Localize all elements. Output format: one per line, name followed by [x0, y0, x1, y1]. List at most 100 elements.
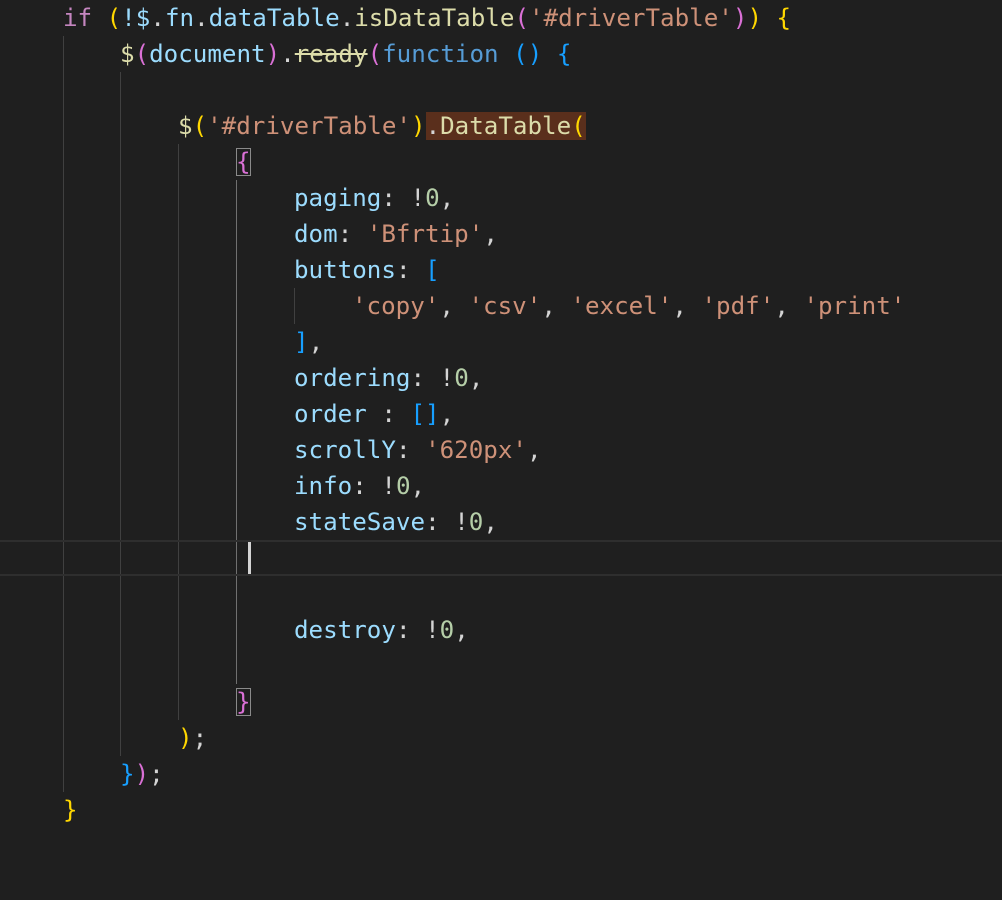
- code-line-21[interactable]: );: [0, 720, 1002, 756]
- punctuation: ;: [149, 760, 164, 788]
- property-key: paging: [294, 184, 382, 212]
- operator: !: [454, 508, 469, 536]
- number-literal: 0: [439, 616, 455, 644]
- punctuation: .: [280, 40, 295, 68]
- punctuation: ,: [410, 472, 426, 500]
- punctuation: :: [395, 616, 426, 644]
- bracket: (: [514, 4, 529, 32]
- bracket: ): [411, 112, 426, 140]
- string-literal: '#driverTable': [207, 112, 411, 140]
- property-key: ordering: [294, 364, 411, 392]
- code-line-6[interactable]: paging: !0,: [0, 180, 1002, 216]
- code-line-9[interactable]: 'copy', 'csv', 'excel', 'pdf', 'print': [0, 288, 1002, 324]
- punctuation: ,: [672, 292, 702, 320]
- punctuation: ;: [192, 724, 208, 752]
- code-line-23[interactable]: }: [0, 792, 1002, 828]
- property-key: destroy: [294, 616, 396, 644]
- code-line-16[interactable]: [0, 540, 1002, 576]
- code-line-15[interactable]: stateSave: !0,: [0, 504, 1002, 540]
- bracket: }: [120, 760, 135, 788]
- punctuation: :: [425, 508, 455, 536]
- code-line-8[interactable]: buttons: [: [0, 252, 1002, 288]
- code-line-20[interactable]: }: [0, 684, 1002, 720]
- property-key: dom: [294, 220, 338, 248]
- function-name: isDataTable: [354, 4, 515, 32]
- punctuation: :: [337, 220, 367, 248]
- bracket: ): [265, 40, 281, 68]
- bracket: (: [134, 40, 150, 68]
- function-name-datatable: DataTable: [440, 112, 572, 140]
- deprecated-function-name: ready: [294, 40, 368, 68]
- punctuation: .: [194, 4, 209, 32]
- identifier: fn: [164, 4, 195, 32]
- punctuation: ,: [439, 292, 469, 320]
- number-literal: 0: [425, 184, 440, 212]
- code-line-10[interactable]: ],: [0, 324, 1002, 360]
- code-line-22[interactable]: });: [0, 756, 1002, 792]
- operator: !: [425, 616, 440, 644]
- number-literal: 0: [468, 508, 484, 536]
- number-literal: 0: [395, 472, 411, 500]
- string-literal: 'pdf': [701, 292, 775, 320]
- punctuation: .: [150, 4, 165, 32]
- operator: !: [439, 364, 455, 392]
- bracket: }: [63, 796, 78, 824]
- bracket: {: [762, 4, 792, 32]
- identifier: dataTable: [208, 4, 340, 32]
- punctuation: ,: [439, 184, 455, 212]
- bracket: ]: [294, 328, 309, 356]
- code-line-13[interactable]: scrollY: '620px',: [0, 432, 1002, 468]
- property-key: buttons: [294, 256, 396, 284]
- string-literal: 'print': [803, 292, 906, 320]
- code-editor[interactable]: if (!$.fn.dataTable.isDataTable('#driver…: [0, 0, 1002, 832]
- number-literal: 0: [454, 364, 469, 392]
- bracket: ): [732, 4, 748, 32]
- matching-brace-open: {: [236, 148, 251, 176]
- punctuation: ,: [541, 292, 571, 320]
- code-line-7[interactable]: dom: 'Bfrtip',: [0, 216, 1002, 252]
- keyword-function: function: [382, 40, 499, 68]
- punctuation: :: [395, 256, 426, 284]
- string-literal: '620px': [425, 436, 527, 464]
- punctuation: ,: [483, 508, 498, 536]
- code-line-11[interactable]: ordering: !0,: [0, 360, 1002, 396]
- operator: !: [381, 472, 396, 500]
- code-line-2[interactable]: $(document).ready(function () {: [0, 36, 1002, 72]
- punctuation: :: [352, 472, 382, 500]
- punctuation: .: [425, 112, 441, 140]
- punctuation: ,: [468, 364, 484, 392]
- bracket: [: [425, 256, 440, 284]
- property-key: scrollY: [294, 436, 396, 464]
- bracket: (: [571, 112, 586, 140]
- bracket: ): [747, 4, 762, 32]
- punctuation: ,: [527, 436, 542, 464]
- string-literal: 'csv': [468, 292, 542, 320]
- punctuation: :: [410, 364, 440, 392]
- punctuation: ,: [774, 292, 804, 320]
- punctuation: :: [366, 400, 411, 428]
- function-name: $: [120, 40, 135, 68]
- bracket: {: [542, 40, 572, 68]
- string-literal: '#driverTable': [529, 4, 733, 32]
- code-line-4[interactable]: $('#driverTable').DataTable(: [0, 108, 1002, 144]
- string-literal: 'excel': [570, 292, 673, 320]
- punctuation: ,: [483, 220, 498, 248]
- string-literal: 'copy': [352, 292, 440, 320]
- punctuation: .: [339, 4, 355, 32]
- property-key: stateSave: [294, 508, 426, 536]
- code-line-12[interactable]: order : [],: [0, 396, 1002, 432]
- bracket: []: [410, 400, 440, 428]
- property-key: order: [294, 400, 367, 428]
- matching-brace-close: }: [236, 688, 251, 716]
- bracket: (: [192, 112, 208, 140]
- bracket: ): [178, 724, 193, 752]
- identifier: document: [149, 40, 266, 68]
- code-line-5[interactable]: {: [0, 144, 1002, 180]
- punctuation: ,: [454, 616, 469, 644]
- code-line-1[interactable]: if (!$.fn.dataTable.isDataTable('#driver…: [0, 0, 1002, 36]
- code-line-14[interactable]: info: !0,: [0, 468, 1002, 504]
- punctuation: ,: [439, 400, 455, 428]
- operator: !: [410, 184, 426, 212]
- string-literal: 'Bfrtip': [366, 220, 484, 248]
- code-line-18[interactable]: destroy: !0,: [0, 612, 1002, 648]
